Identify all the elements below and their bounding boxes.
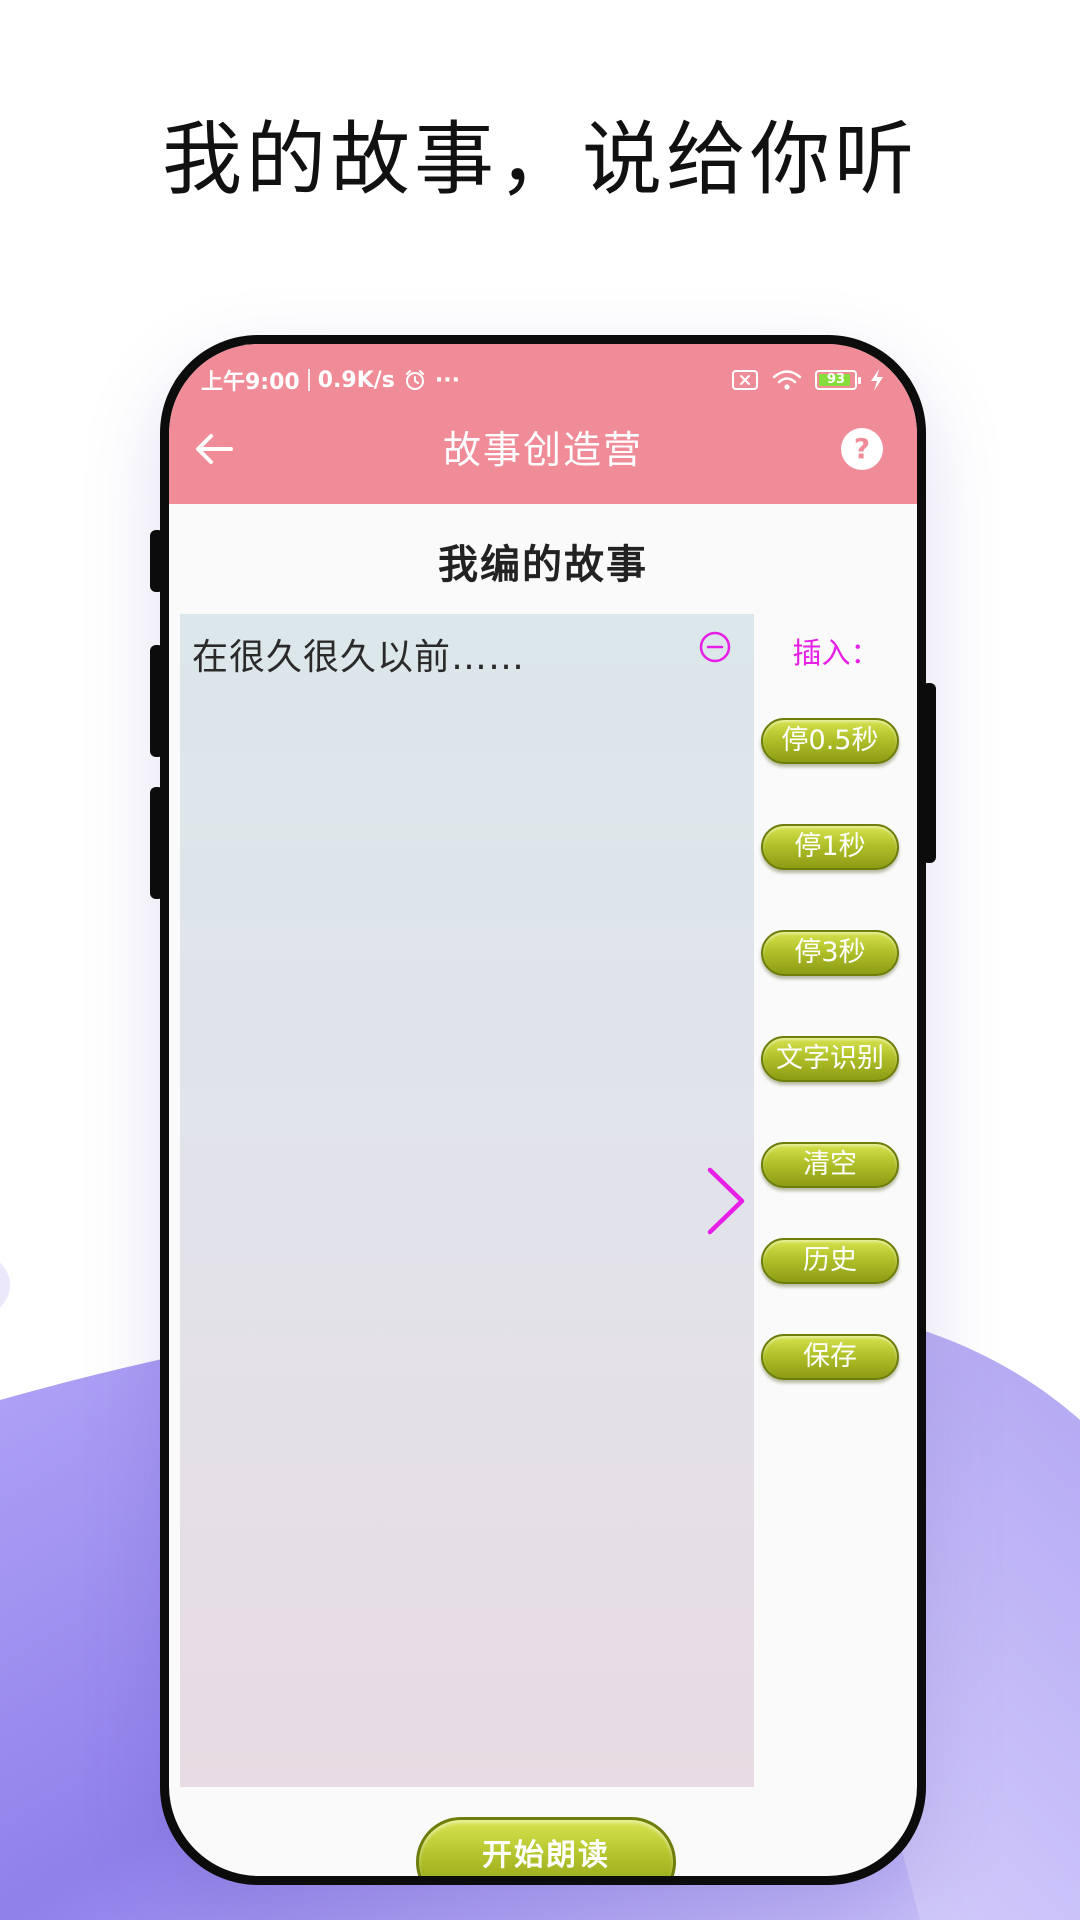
alarm-icon [405, 370, 424, 390]
status-bar-left: 上午9:00 0.9K/s ··· [201, 362, 460, 398]
question-circle-icon[interactable]: ? [841, 428, 883, 470]
status-time: 上午9:00 [201, 370, 300, 395]
story-editor[interactable]: 在很久很久以前…… [180, 614, 754, 1787]
save-button[interactable]: 保存 [761, 1334, 899, 1380]
text-recognition-button[interactable]: 文字识别 [761, 1036, 899, 1082]
promo-headline: 我的故事，说给你听 [162, 113, 918, 206]
status-more: ··· [434, 367, 460, 393]
start-reading-button[interactable]: 开始朗读 [416, 1817, 676, 1876]
app-header: 上午9:00 0.9K/s ··· 93 故事创造营 ? [169, 344, 917, 504]
clear-button[interactable]: 清空 [761, 1142, 899, 1188]
battery-level-text: 93 [826, 372, 846, 387]
status-separator [307, 369, 310, 391]
battery-tip [858, 377, 861, 384]
pause-half-second-button[interactable]: 停0.5秒 [761, 718, 899, 764]
pause-three-seconds-button[interactable]: 停3秒 [761, 930, 899, 976]
wifi-icon [772, 370, 802, 390]
phone-frame: 上午9:00 0.9K/s ··· 93 故事创造营 ? 我编的故事 在很久很久… [150, 335, 936, 1885]
story-text[interactable]: 在很久很久以前…… [192, 628, 525, 680]
insert-label: 插入： [792, 636, 880, 670]
phone-power-button [922, 683, 936, 863]
charging-bolt-icon [871, 369, 883, 391]
battery-icon: 93 [815, 370, 861, 390]
phone-side-button [150, 787, 164, 899]
pause-one-second-button[interactable]: 停1秒 [761, 824, 899, 870]
sim-x-icon [732, 370, 758, 390]
history-button[interactable]: 历史 [761, 1238, 899, 1284]
page-title: 我编的故事 [438, 542, 648, 588]
phone-screen: 上午9:00 0.9K/s ··· 93 故事创造营 ? 我编的故事 在很久很久… [169, 344, 917, 1876]
status-bar-right: 93 [731, 362, 885, 398]
app-title: 故事创造营 [442, 428, 643, 472]
minus-circle-icon[interactable] [698, 630, 732, 664]
status-network-speed: 0.9K/s [317, 367, 395, 393]
phone-side-button [150, 530, 164, 592]
chevron-right-icon[interactable] [704, 1166, 748, 1236]
phone-side-button [150, 645, 164, 757]
